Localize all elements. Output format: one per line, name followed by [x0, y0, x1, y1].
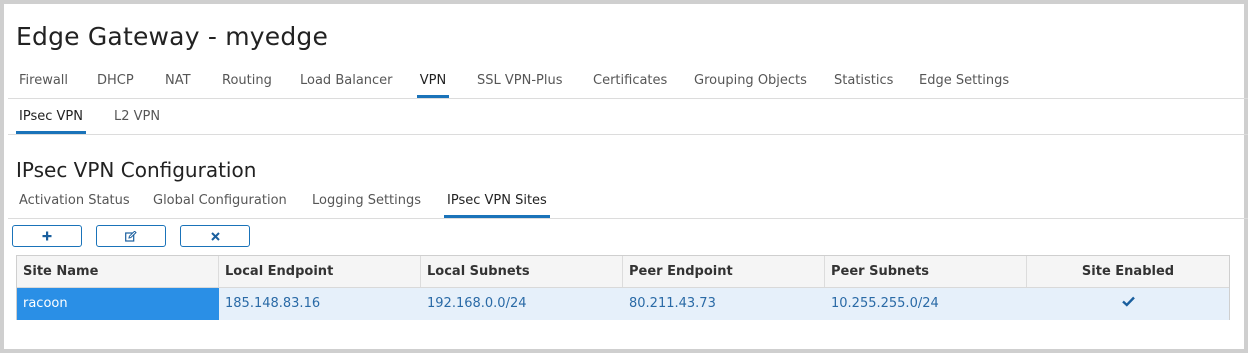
cell-local-endpoint[interactable]: 185.148.83.16 — [219, 288, 421, 320]
tab-grouping-objects[interactable]: Grouping Objects — [694, 68, 807, 98]
edge-gateway-window: Edge Gateway - myedge Firewall DHCP NAT … — [0, 0, 1248, 353]
tab-routing[interactable]: Routing — [222, 68, 272, 98]
sub-tab-bar: IPsec VPN L2 VPN — [8, 104, 1248, 135]
cell-peer-subnets[interactable]: 10.255.255.0/24 — [825, 288, 1027, 320]
tab-global-configuration[interactable]: Global Configuration — [153, 188, 287, 218]
tab-firewall[interactable]: Firewall — [19, 68, 68, 98]
tab-certificates[interactable]: Certificates — [593, 68, 667, 98]
column-site-enabled[interactable]: Site Enabled — [1027, 256, 1229, 287]
cell-site-name[interactable]: racoon — [17, 288, 219, 320]
tab-logging-settings[interactable]: Logging Settings — [312, 188, 421, 218]
page-title: Edge Gateway - myedge — [16, 22, 329, 51]
cell-site-enabled[interactable] — [1027, 288, 1229, 320]
tab-edge-settings[interactable]: Edge Settings — [919, 68, 1009, 98]
main-tab-bar: Firewall DHCP NAT Routing Load Balancer … — [8, 68, 1248, 99]
config-tab-bar: Activation Status Global Configuration L… — [8, 188, 1248, 219]
tab-nat[interactable]: NAT — [165, 68, 191, 98]
section-title: IPsec VPN Configuration — [16, 158, 257, 182]
table-row[interactable]: racoon 185.148.83.16 192.168.0.0/24 80.2… — [17, 288, 1229, 320]
tab-vpn[interactable]: VPN — [417, 68, 449, 98]
add-site-button[interactable] — [12, 225, 82, 247]
tab-ipsec-vpn[interactable]: IPsec VPN — [16, 104, 86, 134]
column-local-endpoint[interactable]: Local Endpoint — [219, 256, 421, 287]
tab-load-balancer[interactable]: Load Balancer — [300, 68, 393, 98]
edit-site-button[interactable] — [96, 225, 166, 247]
table-header: Site Name Local Endpoint Local Subnets P… — [17, 256, 1229, 288]
edit-icon — [125, 230, 137, 242]
tab-ipsec-vpn-sites[interactable]: IPsec VPN Sites — [444, 188, 550, 218]
tab-l2-vpn[interactable]: L2 VPN — [114, 104, 160, 134]
ipsec-sites-table: Site Name Local Endpoint Local Subnets P… — [16, 255, 1230, 320]
column-local-subnets[interactable]: Local Subnets — [421, 256, 623, 287]
tab-dhcp[interactable]: DHCP — [97, 68, 134, 98]
column-peer-subnets[interactable]: Peer Subnets — [825, 256, 1027, 287]
tab-ssl-vpn-plus[interactable]: SSL VPN-Plus — [477, 68, 563, 98]
cell-local-subnets[interactable]: 192.168.0.0/24 — [421, 288, 623, 320]
close-icon — [210, 231, 220, 241]
column-site-name[interactable]: Site Name — [17, 256, 219, 287]
checkmark-icon — [1121, 288, 1135, 320]
cell-peer-endpoint[interactable]: 80.211.43.73 — [623, 288, 825, 320]
tab-activation-status[interactable]: Activation Status — [19, 188, 130, 218]
delete-site-button[interactable] — [180, 225, 250, 247]
tab-statistics[interactable]: Statistics — [834, 68, 893, 98]
column-peer-endpoint[interactable]: Peer Endpoint — [623, 256, 825, 287]
plus-icon — [42, 231, 52, 241]
